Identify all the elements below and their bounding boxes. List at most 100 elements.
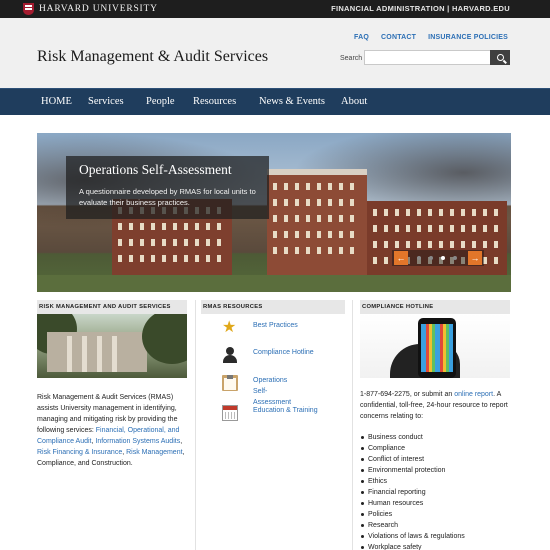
building-window xyxy=(373,225,377,232)
building-window xyxy=(417,225,421,232)
concerns-list: Business conduct Compliance Conflict of … xyxy=(360,432,512,550)
building-window xyxy=(284,231,288,238)
list-item: Compliance xyxy=(360,443,512,454)
slide-dot-active[interactable] xyxy=(441,256,445,260)
resource-compliance-hotline[interactable]: Compliance Hotline xyxy=(222,347,314,363)
resource-label[interactable]: Best Practices xyxy=(253,320,298,331)
slide-dot[interactable] xyxy=(453,256,457,260)
photo-pillar xyxy=(112,336,117,372)
faq-link[interactable]: FAQ xyxy=(354,34,369,41)
resource-self-assessment[interactable]: Operations Self-Assessment xyxy=(222,375,303,408)
building-window xyxy=(439,209,443,216)
building-window xyxy=(162,239,166,246)
next-arrow-icon[interactable]: → xyxy=(468,251,482,265)
list-item: Conflict of interest xyxy=(360,454,512,465)
building-window xyxy=(395,241,399,248)
building-window xyxy=(295,215,299,222)
hotline-phone: 1-877-694-2275, or submit an xyxy=(360,391,453,398)
contact-link[interactable]: CONTACT xyxy=(381,34,416,41)
separator: , xyxy=(91,438,94,445)
separator: , xyxy=(122,449,125,456)
hero-title[interactable]: Operations Self-Assessment xyxy=(79,162,256,178)
slide-dot[interactable] xyxy=(429,256,433,260)
site-header: FAQ CONTACT INSURANCE POLICIES Risk Mana… xyxy=(0,18,550,88)
slide-dot[interactable] xyxy=(417,256,421,260)
building-window xyxy=(461,241,465,248)
building-window xyxy=(384,257,388,264)
harvard-brand-link[interactable]: HARVARD UNIVERSITY xyxy=(23,3,158,15)
building-window xyxy=(184,255,188,262)
hero-building-center xyxy=(267,175,367,275)
building-window xyxy=(373,209,377,216)
risk-financing-link[interactable]: Risk Financing & Insurance xyxy=(37,449,122,456)
building-window xyxy=(184,239,188,246)
building-window xyxy=(273,215,277,222)
building-window xyxy=(384,241,388,248)
building-window xyxy=(206,239,210,246)
photo-pillar xyxy=(82,336,87,372)
building-window xyxy=(350,183,354,190)
search-icon xyxy=(496,54,504,61)
building-window xyxy=(450,241,454,248)
online-report-link[interactable]: online report xyxy=(454,391,493,398)
building-window xyxy=(461,225,465,232)
list-item: Violations of laws & regulations xyxy=(360,531,512,542)
nav-people[interactable]: People xyxy=(146,96,175,107)
risk-management-link[interactable]: Risk Management xyxy=(126,449,182,456)
building-window xyxy=(350,215,354,222)
hero-caption: Operations Self-Assessment A questionnai… xyxy=(66,156,269,219)
hero-lawn xyxy=(37,275,511,292)
building-window xyxy=(350,231,354,238)
is-audits-link[interactable]: Information Systems Audits xyxy=(95,438,180,445)
nav-services[interactable]: Services xyxy=(88,96,124,107)
nav-about[interactable]: About xyxy=(341,96,367,107)
building-window xyxy=(184,223,188,230)
building-window xyxy=(339,231,343,238)
insurance-policies-link[interactable]: INSURANCE POLICIES xyxy=(428,34,508,41)
nav-resources[interactable]: Resources xyxy=(193,96,236,107)
prev-arrow-icon[interactable]: ← xyxy=(394,251,408,265)
clipboard-icon xyxy=(222,375,238,391)
building-window xyxy=(140,223,144,230)
list-item: Policies xyxy=(360,509,512,520)
resource-label[interactable]: Education & Training xyxy=(253,405,318,416)
site-title[interactable]: Risk Management & Audit Services xyxy=(37,48,268,66)
building-window xyxy=(450,225,454,232)
main-nav: HOME Services People Resources News & Ev… xyxy=(0,88,550,115)
search-button[interactable] xyxy=(490,50,510,65)
hero-slider[interactable]: Operations Self-Assessment A questionnai… xyxy=(37,133,511,292)
building-window xyxy=(406,209,410,216)
building-window xyxy=(273,247,277,254)
building-window xyxy=(472,225,476,232)
building-window xyxy=(306,231,310,238)
building-window xyxy=(417,209,421,216)
building-window xyxy=(129,223,133,230)
building-window xyxy=(328,183,332,190)
building-window xyxy=(162,255,166,262)
top-links[interactable]: FINANCIAL ADMINISTRATION | HARVARD.EDU xyxy=(331,4,510,13)
nav-news-events[interactable]: News & Events xyxy=(259,96,325,107)
search-input[interactable] xyxy=(364,50,491,65)
resource-education-training[interactable]: Education & Training xyxy=(222,405,318,421)
nav-home[interactable]: HOME xyxy=(41,96,72,107)
building-window xyxy=(129,239,133,246)
building-window xyxy=(140,255,144,262)
building-window xyxy=(295,247,299,254)
resource-label[interactable]: Operations Self-Assessment xyxy=(253,375,303,408)
calendar-icon xyxy=(222,405,238,421)
building-window xyxy=(494,257,498,264)
slider-controls: ← → xyxy=(392,250,484,266)
building-window xyxy=(483,225,487,232)
building-window xyxy=(118,223,122,230)
building-window xyxy=(273,199,277,206)
resources-heading: RMAS RESOURCES xyxy=(201,300,345,314)
building-window xyxy=(173,239,177,246)
building-window xyxy=(450,209,454,216)
resource-label[interactable]: Compliance Hotline xyxy=(253,347,314,358)
list-item: Financial reporting xyxy=(360,487,512,498)
building-window xyxy=(284,199,288,206)
building-window xyxy=(118,239,122,246)
resource-best-practices[interactable]: ★ Best Practices xyxy=(222,320,298,336)
building-window xyxy=(494,241,498,248)
building-window xyxy=(173,255,177,262)
